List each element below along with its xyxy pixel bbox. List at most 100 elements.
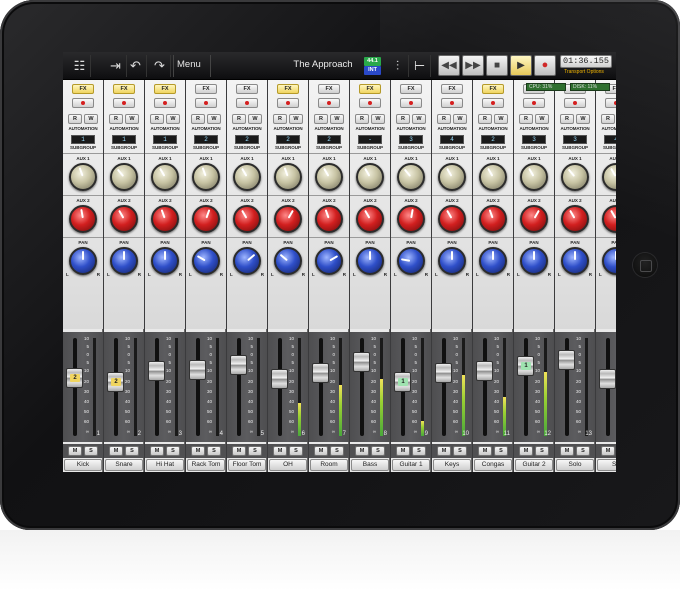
solo-button[interactable]: S — [412, 446, 426, 456]
automation-write-button[interactable]: W — [84, 114, 98, 124]
automation-read-button[interactable]: R — [601, 114, 615, 124]
automation-read-button[interactable]: R — [109, 114, 123, 124]
fx-button[interactable]: FX — [154, 84, 176, 94]
automation-write-button[interactable]: W — [125, 114, 139, 124]
mute-button[interactable]: M — [109, 446, 123, 456]
solo-button[interactable]: S — [166, 446, 180, 456]
solo-button[interactable]: S — [84, 446, 98, 456]
pan-knob[interactable] — [192, 247, 220, 275]
automation-write-button[interactable]: W — [289, 114, 303, 124]
fx-button[interactable]: FX — [400, 84, 422, 94]
record-arm-button[interactable] — [154, 98, 176, 108]
channel-name[interactable]: Snare — [105, 459, 143, 471]
fader-track[interactable] — [442, 338, 446, 436]
solo-button[interactable]: S — [125, 446, 139, 456]
automation-write-button[interactable]: W — [248, 114, 262, 124]
fader-handle[interactable] — [312, 363, 329, 383]
aux2-knob[interactable] — [315, 205, 343, 233]
input-routing-icon[interactable]: ⇥ — [105, 55, 127, 77]
fader-handle[interactable] — [271, 369, 288, 389]
automation-read-button[interactable]: R — [191, 114, 205, 124]
menu-button[interactable]: Menu — [177, 59, 201, 70]
automation-read-button[interactable]: R — [232, 114, 246, 124]
aux1-knob[interactable] — [602, 163, 616, 191]
channel-name[interactable]: Solo — [556, 459, 594, 471]
fader-handle[interactable] — [599, 369, 616, 389]
channel-name[interactable]: Bass — [351, 459, 389, 471]
record-arm-button[interactable] — [441, 98, 463, 108]
fader-track[interactable] — [483, 338, 487, 436]
subgroup-selector[interactable]: 1 — [112, 135, 136, 144]
automation-read-button[interactable]: R — [519, 114, 533, 124]
channel-name[interactable]: Floor Tom — [228, 459, 266, 471]
mute-button[interactable]: M — [191, 446, 205, 456]
aux2-knob[interactable] — [233, 205, 261, 233]
return-to-start-icon[interactable]: ⊢ — [409, 55, 431, 77]
aux1-knob[interactable] — [192, 163, 220, 191]
fx-button[interactable]: FX — [277, 84, 299, 94]
fader-handle[interactable]: 1 — [394, 372, 411, 392]
solo-button[interactable]: S — [371, 446, 385, 456]
transport-options-link[interactable]: Transport Options — [552, 69, 616, 75]
fx-button[interactable]: FX — [359, 84, 381, 94]
aux2-knob[interactable] — [110, 205, 138, 233]
channel-name[interactable]: OH — [269, 459, 307, 471]
aux2-knob[interactable] — [479, 205, 507, 233]
fader-handle[interactable] — [476, 361, 493, 381]
play-button[interactable]: ▶ — [510, 55, 532, 76]
solo-button[interactable]: S — [494, 446, 508, 456]
fader-handle[interactable] — [230, 355, 247, 375]
automation-write-button[interactable]: W — [207, 114, 221, 124]
subgroup-selector[interactable]: 3 — [563, 135, 587, 144]
solo-button[interactable]: S — [453, 446, 467, 456]
pan-knob[interactable] — [151, 247, 179, 275]
solo-button[interactable]: S — [535, 446, 549, 456]
aux1-knob[interactable] — [274, 163, 302, 191]
fader-handle[interactable]: 1 — [517, 356, 534, 376]
automation-read-button[interactable]: R — [314, 114, 328, 124]
pan-knob[interactable] — [69, 247, 97, 275]
fader-handle[interactable] — [353, 352, 370, 372]
aux2-knob[interactable] — [69, 205, 97, 233]
levels-icon[interactable]: ⫶ — [387, 55, 409, 77]
automation-write-button[interactable]: W — [494, 114, 508, 124]
aux2-knob[interactable] — [356, 205, 384, 233]
fader-track[interactable] — [196, 338, 200, 436]
fx-button[interactable]: FX — [441, 84, 463, 94]
record-arm-button[interactable] — [318, 98, 340, 108]
solo-button[interactable]: S — [330, 446, 344, 456]
automation-write-button[interactable]: W — [166, 114, 180, 124]
automation-read-button[interactable]: R — [273, 114, 287, 124]
pan-knob[interactable] — [397, 247, 425, 275]
aux1-knob[interactable] — [233, 163, 261, 191]
automation-write-button[interactable]: W — [453, 114, 467, 124]
subgroup-selector[interactable]: 2 — [481, 135, 505, 144]
aux2-knob[interactable] — [602, 205, 616, 233]
subgroup-selector[interactable]: - — [358, 135, 382, 144]
fader-handle[interactable]: 2 — [66, 368, 83, 388]
record-arm-button[interactable] — [72, 98, 94, 108]
automation-read-button[interactable]: R — [150, 114, 164, 124]
mute-button[interactable]: M — [478, 446, 492, 456]
record-arm-button[interactable] — [195, 98, 217, 108]
aux1-knob[interactable] — [110, 163, 138, 191]
subgroup-selector[interactable]: 4 — [604, 135, 616, 144]
subgroup-selector[interactable]: 1 — [153, 135, 177, 144]
aux2-knob[interactable] — [438, 205, 466, 233]
aux1-knob[interactable] — [397, 163, 425, 191]
automation-read-button[interactable]: R — [396, 114, 410, 124]
mute-button[interactable]: M — [68, 446, 82, 456]
mute-button[interactable]: M — [396, 446, 410, 456]
fx-button[interactable]: FX — [482, 84, 504, 94]
aux1-knob[interactable] — [520, 163, 548, 191]
automation-write-button[interactable]: W — [535, 114, 549, 124]
record-arm-button[interactable] — [113, 98, 135, 108]
automation-read-button[interactable]: R — [355, 114, 369, 124]
channel-name[interactable]: Sh — [597, 459, 616, 471]
aux2-knob[interactable] — [520, 205, 548, 233]
mute-button[interactable]: M — [560, 446, 574, 456]
pan-knob[interactable] — [233, 247, 261, 275]
mute-button[interactable]: M — [232, 446, 246, 456]
channel-name[interactable]: Guitar 2 — [515, 459, 553, 471]
automation-read-button[interactable]: R — [478, 114, 492, 124]
